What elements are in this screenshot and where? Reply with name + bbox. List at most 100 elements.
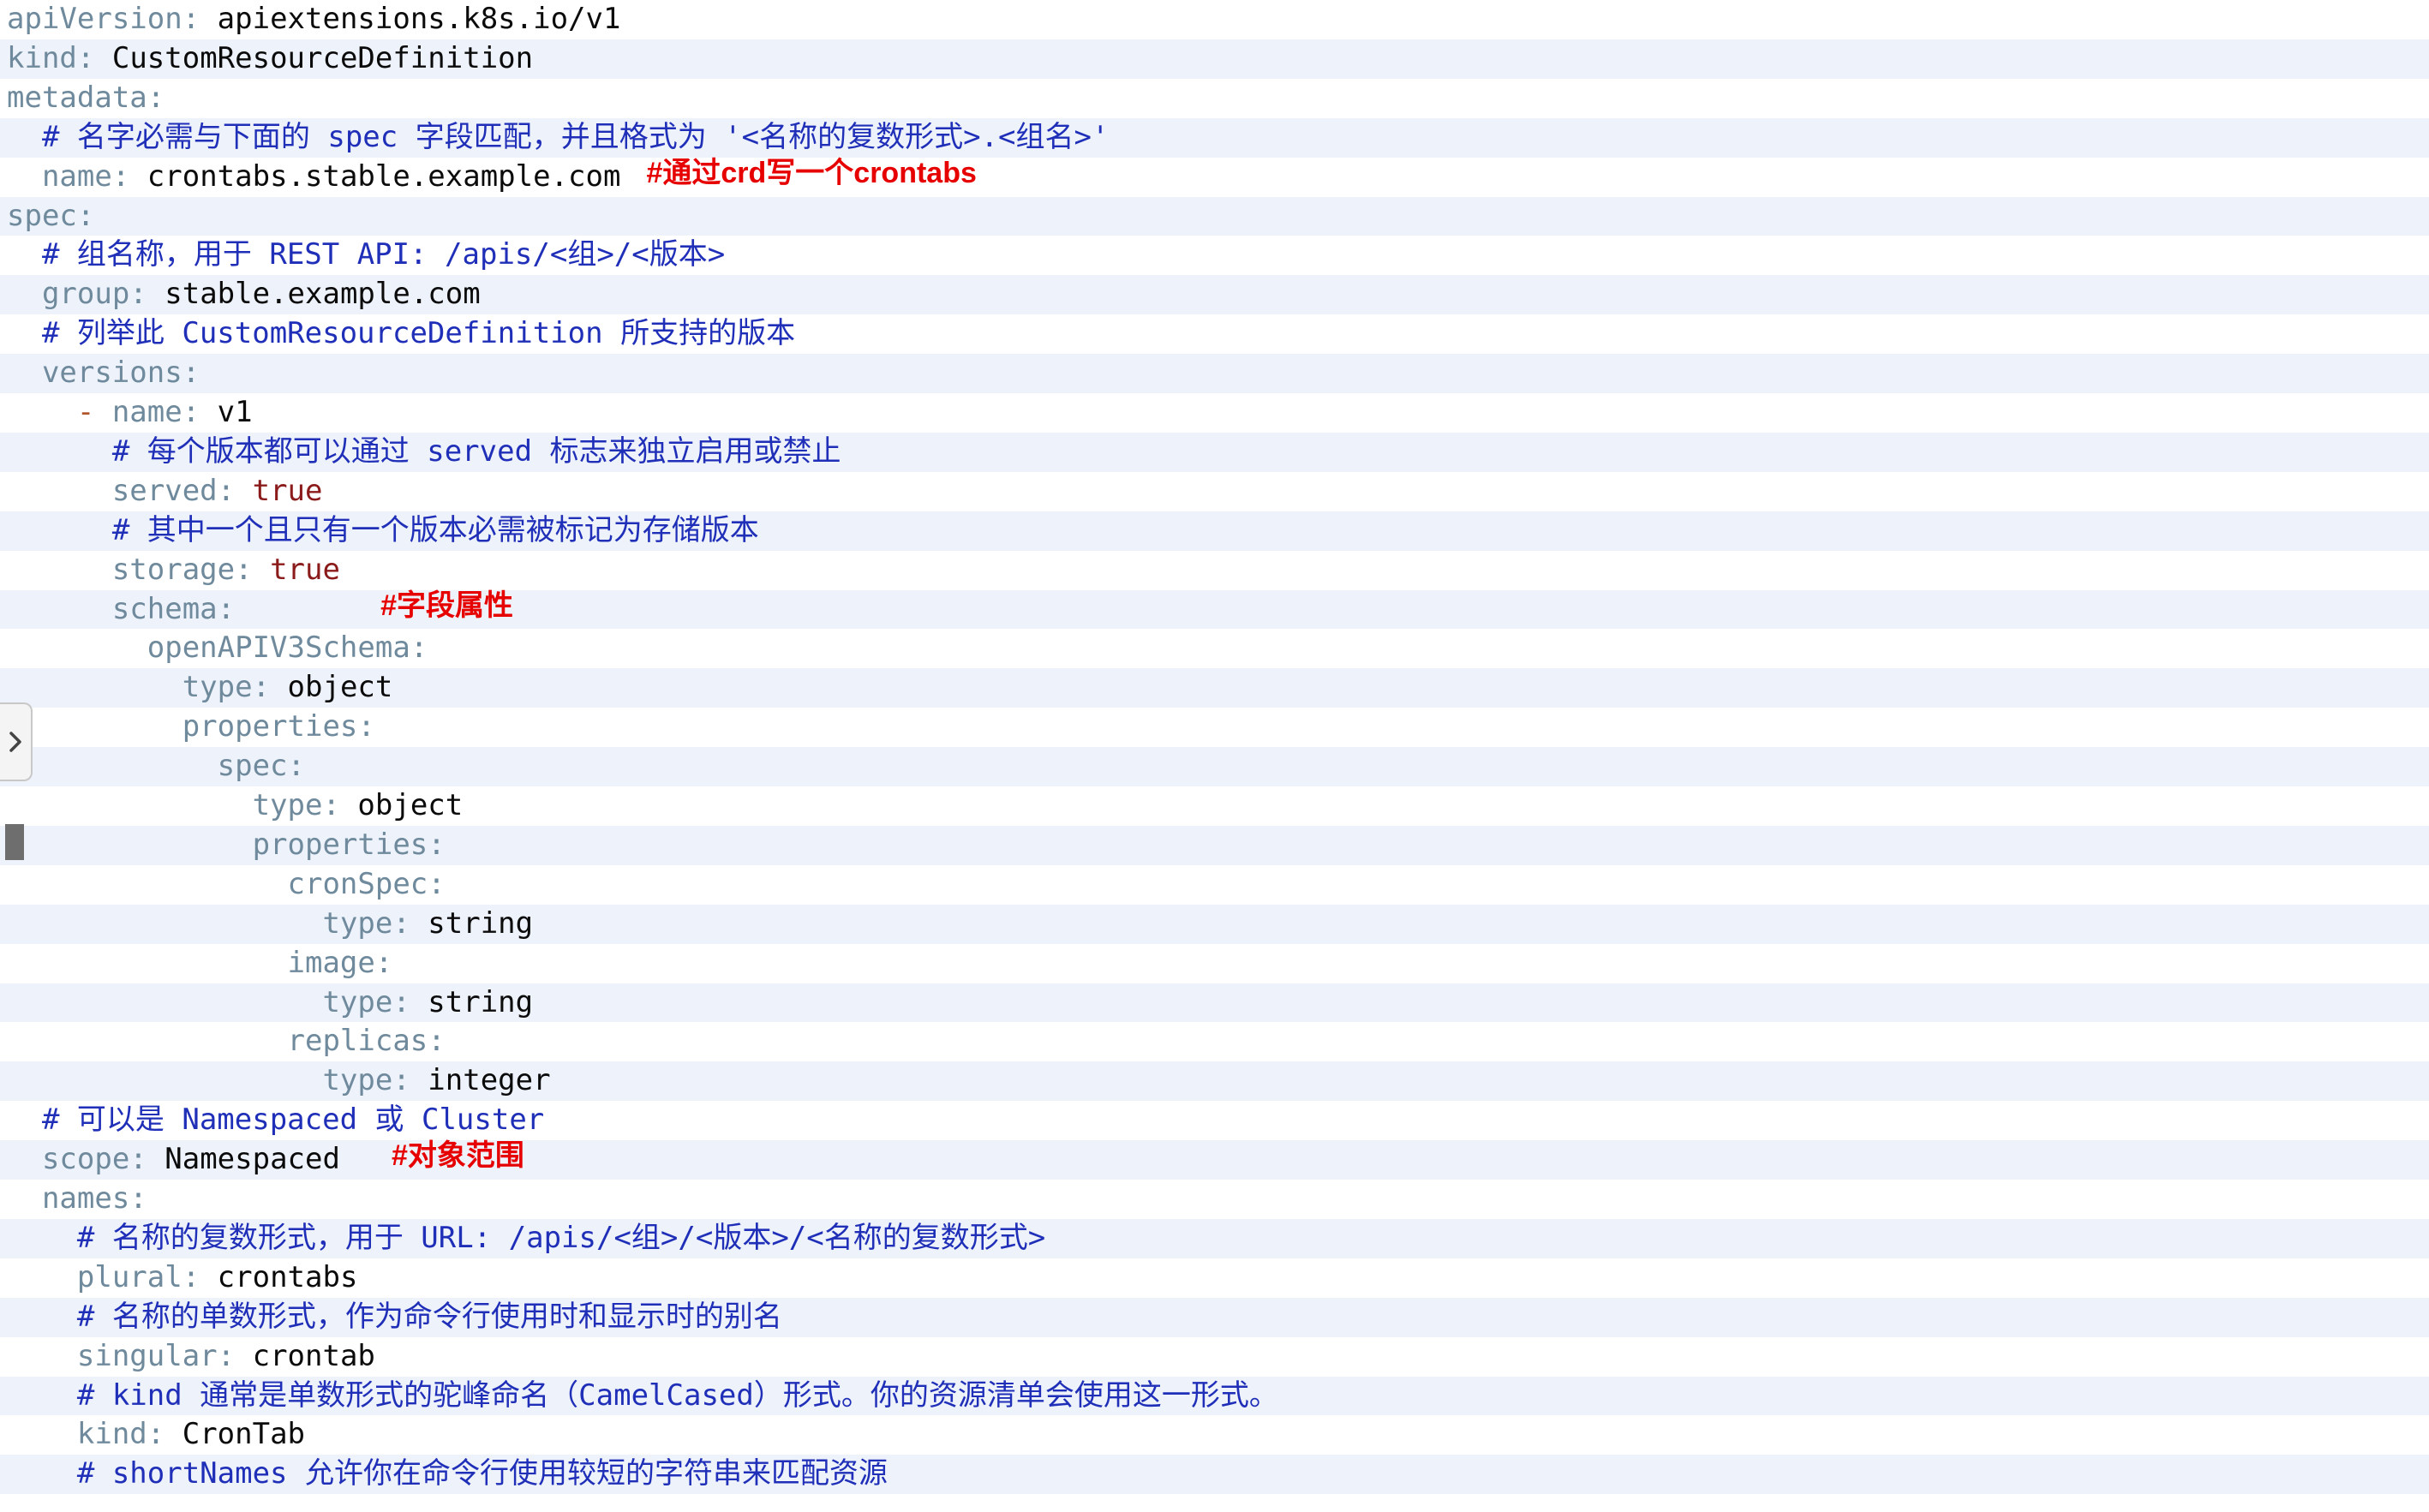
code-line[interactable]: group: stable.example.com: [0, 275, 2429, 315]
code-line[interactable]: # 可以是 Namespaced 或 Cluster: [0, 1101, 2429, 1140]
yaml-punctuation: :: [428, 1024, 446, 1059]
code-line[interactable]: properties:: [0, 708, 2429, 747]
code-line[interactable]: type: object: [0, 668, 2429, 708]
code-line[interactable]: type: integer: [0, 1061, 2429, 1102]
code-line[interactable]: # shortNames 允许你在命令行使用较短的字符串来匹配资源: [0, 1455, 2429, 1495]
yaml-comment: # 名称的复数形式，用于 URL: /apis/<组>/<版本>/<名称的复数形…: [7, 1220, 1046, 1255]
code-line[interactable]: spec:: [0, 196, 2429, 236]
yaml-key: cronSpec: [7, 866, 428, 901]
code-line[interactable]: replicas:: [0, 1022, 2429, 1061]
yaml-value: v1: [217, 395, 253, 429]
yaml-key: type: [7, 984, 393, 1019]
yaml-list-dash: -: [7, 395, 112, 429]
code-line[interactable]: versions:: [0, 354, 2429, 393]
yaml-key: scope: [7, 1142, 130, 1177]
yaml-key: openAPIV3Schema: [7, 630, 410, 666]
code-line[interactable]: # 每个版本都可以通过 served 标志来独立启用或禁止: [0, 432, 2429, 472]
chevron-right-icon: [9, 732, 21, 752]
yaml-key: properties: [7, 827, 428, 862]
yaml-key: properties: [7, 709, 358, 744]
expand-panel-button[interactable]: [0, 702, 33, 781]
code-line[interactable]: type: string: [0, 983, 2429, 1023]
yaml-value: Namespaced: [165, 1142, 340, 1177]
code-line[interactable]: openAPIV3Schema:: [0, 629, 2429, 668]
yaml-key: replicas: [7, 1024, 428, 1059]
handwritten-annotation: #字段属性: [380, 589, 514, 622]
yaml-key: kind: [7, 40, 77, 75]
code-line[interactable]: - name: v1: [0, 393, 2429, 433]
yaml-punctuation: :: [217, 1338, 253, 1373]
yaml-punctuation: :: [374, 945, 393, 980]
code-line[interactable]: plural: crontabs: [0, 1258, 2429, 1298]
yaml-punctuation: :: [235, 552, 271, 587]
yaml-key: plural: [7, 1259, 182, 1294]
yaml-key: served: [7, 473, 218, 508]
code-line[interactable]: name: crontabs.stable.example.com: [0, 158, 2429, 197]
yaml-punctuation: :: [182, 2, 218, 36]
yaml-comment: # 其中一个且只有一个版本必需被标记为存储版本: [7, 512, 759, 547]
yaml-key: names: [7, 1181, 130, 1216]
code-line[interactable]: singular: crontab: [0, 1337, 2429, 1377]
yaml-value: crontabs: [217, 1259, 358, 1294]
yaml-key: metadata: [7, 80, 147, 115]
code-line[interactable]: kind: CronTab: [0, 1415, 2429, 1455]
yaml-value: CronTab: [182, 1417, 306, 1452]
yaml-value: true: [252, 473, 323, 508]
code-line[interactable]: served: true: [0, 472, 2429, 511]
code-line[interactable]: kind: CustomResourceDefinition: [0, 39, 2429, 79]
yaml-value: crontab: [252, 1338, 375, 1373]
yaml-key: apiVersion: [7, 2, 182, 36]
yaml-punctuation: :: [182, 395, 218, 429]
yaml-punctuation: :: [428, 866, 446, 901]
yaml-punctuation: :: [147, 80, 165, 115]
code-line[interactable]: storage: true: [0, 551, 2429, 590]
handwritten-annotation: #对象范围: [391, 1139, 524, 1173]
code-line[interactable]: cronSpec:: [0, 865, 2429, 905]
yaml-comment: # kind 通常是单数形式的驼峰命名（CamelCased）形式。你的资源清单…: [7, 1378, 1278, 1413]
yaml-punctuation: :: [76, 40, 112, 75]
yaml-key: name: [111, 395, 182, 429]
handwritten-annotation: #通过crd写一个crontabs: [646, 156, 977, 189]
code-line[interactable]: image:: [0, 944, 2429, 983]
yaml-value: apiextensions.k8s.io/v1: [217, 2, 621, 36]
yaml-punctuation: :: [182, 1259, 218, 1294]
code-editor[interactable]: apiVersion: apiextensions.k8s.io/v1 kind:…: [0, 0, 2429, 1512]
code-line[interactable]: type: object: [0, 786, 2429, 826]
yaml-value: object: [287, 670, 393, 705]
yaml-key: versions: [7, 356, 182, 391]
yaml-key: type: [7, 788, 323, 822]
code-line[interactable]: spec:: [0, 747, 2429, 786]
code-line[interactable]: # 组名称，用于 REST API: /apis/<组>/<版本>: [0, 236, 2429, 275]
code-line[interactable]: type: string: [0, 904, 2429, 944]
code-line[interactable]: # 名字必需与下面的 spec 字段匹配，并且格式为 '<名称的复数形式>.<组…: [0, 117, 2429, 158]
yaml-punctuation: :: [76, 198, 95, 233]
yaml-value: crontabs.stable.example.com: [147, 158, 621, 194]
code-line[interactable]: schema:: [0, 589, 2429, 630]
yaml-comment: # 可以是 Namespaced 或 Cluster: [7, 1103, 545, 1138]
yaml-value: string: [428, 984, 534, 1019]
code-line[interactable]: scope: Namespaced: [0, 1140, 2429, 1180]
yaml-key: type: [7, 1063, 393, 1098]
yaml-key: type: [7, 905, 393, 941]
yaml-punctuation: :: [428, 827, 446, 862]
code-line[interactable]: # kind 通常是单数形式的驼峰命名（CamelCased）形式。你的资源清单…: [0, 1376, 2429, 1416]
code-line[interactable]: names:: [0, 1180, 2429, 1219]
yaml-value: object: [357, 788, 464, 822]
yaml-punctuation: :: [129, 1181, 147, 1216]
yaml-value: string: [428, 905, 534, 941]
yaml-punctuation: :: [111, 158, 147, 194]
code-line[interactable]: # 名称的复数形式，用于 URL: /apis/<组>/<版本>/<名称的复数形…: [0, 1218, 2429, 1258]
code-line[interactable]: apiVersion: apiextensions.k8s.io/v1: [0, 0, 2429, 39]
yaml-key: storage: [7, 552, 236, 587]
yaml-punctuation: :: [147, 1417, 182, 1452]
code-line[interactable]: # 其中一个且只有一个版本必需被标记为存储版本: [0, 511, 2429, 551]
yaml-punctuation: :: [410, 630, 428, 666]
code-line[interactable]: # 名称的单数形式，作为命令行使用时和显示时的别名: [0, 1297, 2429, 1337]
yaml-key: group: [7, 277, 130, 312]
code-line[interactable]: properties:: [0, 825, 2429, 865]
code-line[interactable]: # 列举此 CustomResourceDefinition 所支持的版本: [0, 314, 2429, 354]
yaml-punctuation: :: [129, 277, 165, 312]
code-line[interactable]: metadata:: [0, 79, 2429, 118]
yaml-punctuation: :: [357, 709, 375, 744]
yaml-key: singular: [7, 1338, 218, 1373]
